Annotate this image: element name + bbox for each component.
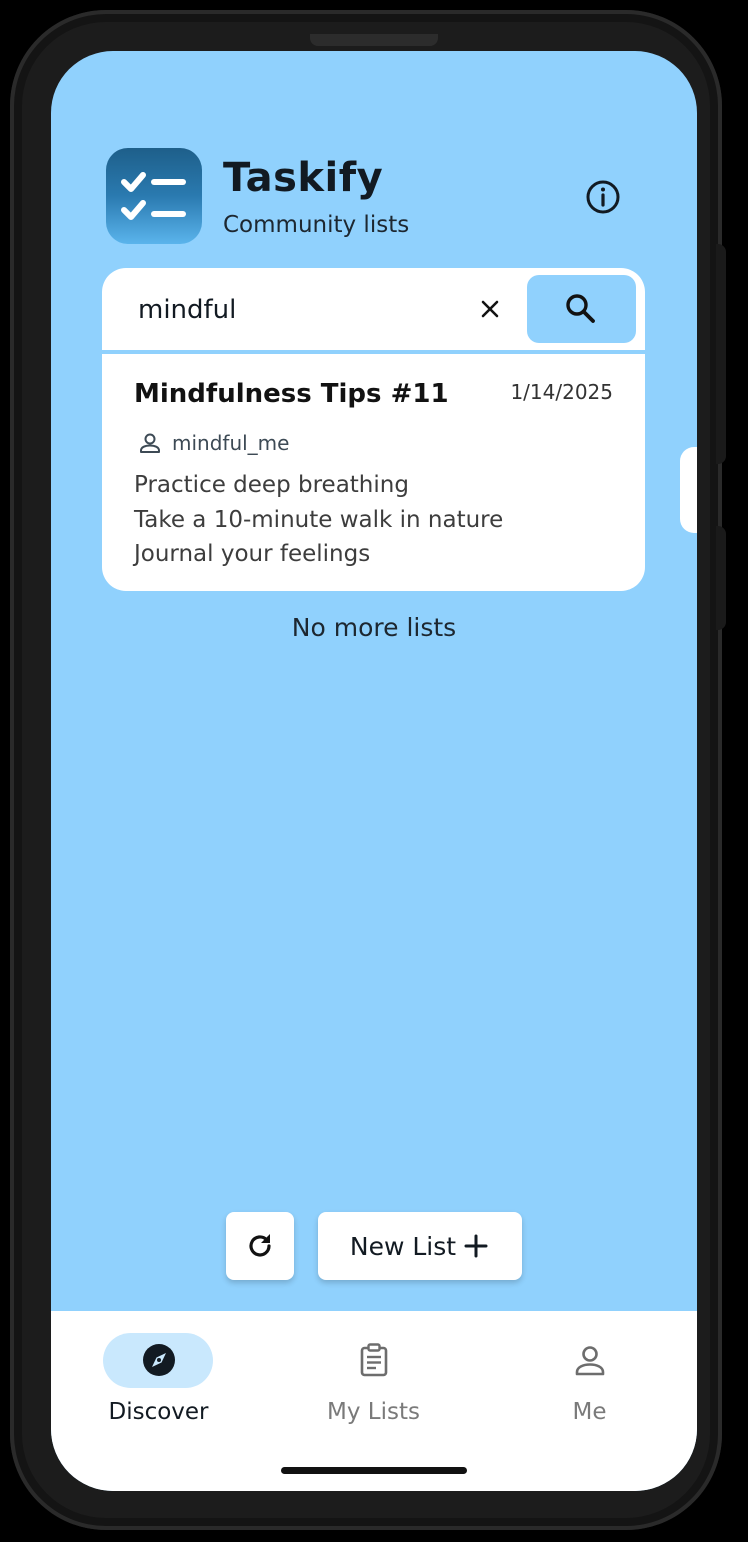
side-drawer-handle[interactable] — [680, 447, 697, 533]
nav-item-my-lists[interactable]: My Lists — [266, 1311, 481, 1441]
bottom-navigation: Discover My Lists Me — [51, 1311, 697, 1491]
list-item-preview: Practice deep breathing Take a 10-minute… — [134, 468, 503, 572]
nav-label: Me — [572, 1399, 607, 1425]
preview-line: Take a 10-minute walk in nature — [134, 506, 504, 533]
list-item-date: 1/14/2025 — [510, 380, 613, 404]
app-logo — [106, 148, 202, 244]
power-button — [716, 526, 726, 630]
refresh-button[interactable] — [226, 1212, 294, 1280]
close-icon — [481, 300, 499, 318]
preview-line: Practice deep breathing — [134, 472, 409, 498]
refresh-icon — [249, 1234, 271, 1257]
nav-label: Discover — [108, 1399, 209, 1425]
clipboard-icon — [360, 1343, 388, 1377]
clear-search-button[interactable] — [475, 294, 505, 324]
plus-icon — [464, 1234, 488, 1258]
info-button[interactable] — [583, 177, 623, 217]
nav-item-discover[interactable]: Discover — [51, 1311, 266, 1441]
person-icon — [140, 433, 160, 453]
speaker-notch — [310, 34, 438, 46]
search-icon — [566, 294, 595, 323]
info-icon — [586, 180, 620, 214]
search-divider — [102, 350, 645, 354]
search-button[interactable] — [527, 275, 636, 343]
app-subtitle: Community lists — [223, 212, 410, 238]
nav-item-me[interactable]: Me — [482, 1311, 697, 1441]
preview-line: Journal your feelings — [134, 541, 371, 567]
search-bar — [102, 268, 645, 350]
app-title: Taskify — [223, 155, 384, 201]
app-screen: Taskify Community lists mindful Mindfuln… — [51, 51, 697, 1491]
checklist-icon — [121, 172, 186, 220]
home-indicator[interactable] — [281, 1467, 467, 1474]
search-results-card: Mindfulness Tips #11 1/14/2025 mindful_m… — [102, 268, 645, 591]
search-input[interactable] — [138, 290, 438, 330]
new-list-button[interactable]: New List — [318, 1212, 522, 1280]
list-item-title: Mindfulness Tips #11 — [134, 379, 449, 409]
person-icon — [575, 1346, 605, 1376]
compass-icon — [143, 1344, 175, 1376]
volume-button — [716, 244, 726, 464]
new-list-label: New List — [349, 1231, 457, 1261]
nav-label: My Lists — [327, 1399, 420, 1425]
end-of-list-message: No more lists — [291, 613, 457, 642]
list-item-author: mindful_me — [138, 428, 289, 458]
author-name: mindful_me — [172, 431, 290, 455]
